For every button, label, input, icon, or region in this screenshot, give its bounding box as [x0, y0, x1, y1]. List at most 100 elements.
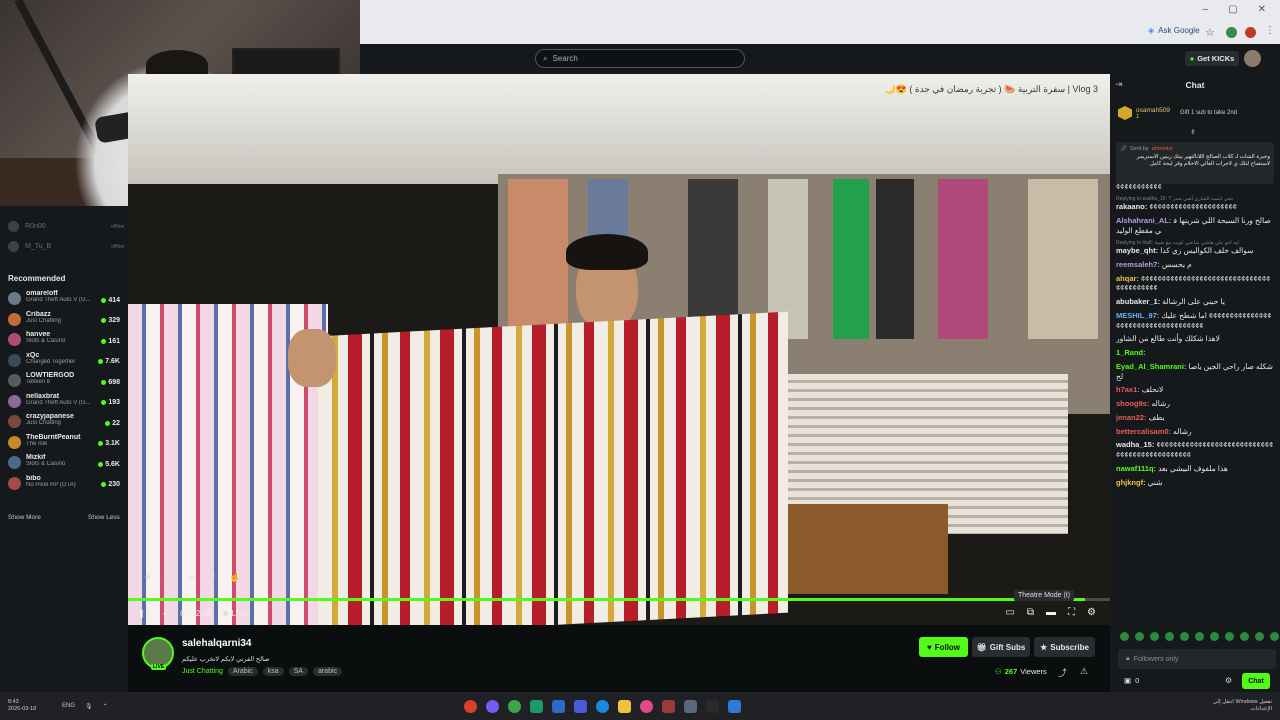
- channel-name[interactable]: salehalqarni34: [182, 638, 251, 649]
- recommended-channel[interactable]: nellaxbrat Grand Theft Auto V (G... 193: [8, 393, 120, 413]
- chat-message[interactable]: abubaker_1: يا حبني على الرشالة: [1116, 297, 1274, 307]
- chat-input[interactable]: 🔒︎ Followers only: [1118, 649, 1276, 669]
- pinned-message[interactable]: 📌︎ Sent by ahmedxr وجبرة الشات لـ كلاب ا…: [1116, 142, 1274, 184]
- chat-message[interactable]: 1_Rand:: [1116, 348, 1274, 358]
- chat-message[interactable]: reemsaleh7: م يحسس: [1116, 260, 1274, 270]
- thumbs-up-icon[interactable]: ☝: [229, 572, 240, 583]
- show-less-link[interactable]: Show Less: [88, 514, 120, 521]
- chat-message[interactable]: لاهذا شكلك وأنت طالع من الشاور: [1116, 334, 1274, 344]
- user-avatar[interactable]: [1244, 50, 1261, 67]
- chat-username[interactable]: h7ax1:: [1116, 385, 1140, 394]
- recommended-channel[interactable]: LOWTIERGOD Tekken 8 698: [8, 372, 120, 392]
- scroll-down-icon[interactable]: ⇟: [1190, 128, 1196, 136]
- chat-bubble-icon[interactable]: ▭: [187, 572, 196, 583]
- chat-settings-icon[interactable]: ⚙: [1225, 676, 1232, 685]
- recommended-channel[interactable]: xQc Changed Together 7.6K: [8, 352, 120, 372]
- ask-google-button[interactable]: ◈ Ask Google: [1148, 26, 1200, 35]
- chat-username[interactable]: abubaker_1:: [1116, 297, 1160, 306]
- send-chat-button[interactable]: Chat: [1242, 673, 1270, 689]
- settings-gear-icon[interactable]: ⚙: [1087, 607, 1096, 618]
- chat-message[interactable]: Alshahrani_AL: صالح ورنا السبحة اللي شري…: [1116, 216, 1274, 236]
- following-item[interactable]: R0n00 offline: [8, 221, 124, 232]
- gift-subs-button[interactable]: 🎁︎ Gift Subs: [972, 637, 1030, 657]
- emote-icon[interactable]: [1180, 632, 1189, 641]
- microphone-icon[interactable]: 🎙︎: [85, 703, 93, 710]
- chat-message[interactable]: Replying to llrafi: ليه انتو علي هاشي سا…: [1116, 240, 1274, 256]
- emote-icon[interactable]: [1210, 632, 1219, 641]
- fullscreen-icon[interactable]: ⛶: [1068, 607, 1075, 618]
- app-icon[interactable]: [530, 700, 543, 713]
- chat-message[interactable]: nawaf111q: هذا ملفوف البيشي بعد: [1116, 464, 1274, 474]
- category-link[interactable]: Just Chatting: [182, 668, 223, 675]
- emote-icon[interactable]: [1195, 632, 1204, 641]
- reaction-icon[interactable]: ✦: [144, 572, 152, 583]
- emote-icon[interactable]: [1165, 632, 1174, 641]
- profile-avatar[interactable]: [1245, 27, 1256, 38]
- app-icon[interactable]: [684, 700, 697, 713]
- app-icon[interactable]: [706, 700, 719, 713]
- top-gifter[interactable]: osamah509 1 Gift 1 sub to take 2nd: [1118, 100, 1276, 126]
- chat-username[interactable]: ghjkngf:: [1116, 478, 1146, 487]
- video-player[interactable]: Vlog 3 | سفرة التربية 🍉 ( تجربة رمضان في…: [128, 74, 1110, 625]
- recommended-channel[interactable]: Cribazz Just Chatting 329: [8, 311, 120, 331]
- recommended-channel[interactable]: hanvee Slots & Casino 161: [8, 331, 120, 351]
- app-icon[interactable]: [662, 700, 675, 713]
- close-button[interactable]: ✕: [1258, 4, 1266, 15]
- edge-icon[interactable]: [596, 700, 609, 713]
- chat-username[interactable]: wadha_15:: [1116, 440, 1154, 449]
- chat-message[interactable]: jenan22: يطف: [1116, 413, 1274, 423]
- pip-icon[interactable]: ▭: [1005, 607, 1014, 618]
- chat-message[interactable]: h7ax1: لانحلف: [1116, 385, 1274, 395]
- chrome-icon[interactable]: [464, 700, 477, 713]
- emote-icon[interactable]: [1240, 632, 1249, 641]
- app-icon[interactable]: [508, 700, 521, 713]
- recommended-channel[interactable]: crazyjapanese Just Chatting 22: [8, 413, 120, 433]
- share-icon[interactable]: ⤴: [1058, 666, 1067, 679]
- chat-username[interactable]: nawaf111q:: [1116, 464, 1156, 473]
- following-item[interactable]: M_Tu_B offline: [8, 241, 124, 252]
- minimize-button[interactable]: –: [1203, 4, 1209, 15]
- emote-icon[interactable]: [1255, 632, 1264, 641]
- chat-username[interactable]: bettercalisam0:: [1116, 427, 1171, 436]
- app-icon[interactable]: [574, 700, 587, 713]
- chat-message[interactable]: shoog9s: رشاله: [1116, 399, 1274, 409]
- folder-icon[interactable]: [618, 700, 631, 713]
- chat-username[interactable]: MESHIL_97:: [1116, 311, 1159, 320]
- chat-username[interactable]: reemsaleh7:: [1116, 260, 1160, 269]
- tag[interactable]: Arabic: [227, 667, 258, 676]
- recommended-channel[interactable]: omareloff Grand Theft Auto V (G... 414: [8, 290, 120, 310]
- emote-icon[interactable]: [1120, 632, 1129, 641]
- recommended-channel[interactable]: TheBurntPeanut The Isle 3.1K: [8, 434, 120, 454]
- chat-username[interactable]: Alshahrani_AL:: [1116, 216, 1171, 225]
- language-indicator[interactable]: ENG: [62, 703, 75, 710]
- chat-message[interactable]: wadha_15: ¢¢¢¢¢¢¢¢¢¢¢¢¢¢¢¢¢¢¢¢¢¢¢¢¢¢¢¢¢¢…: [1116, 440, 1274, 460]
- chat-points[interactable]: ▣ 0: [1124, 676, 1139, 685]
- pause-icon[interactable]: ❚❚: [138, 609, 151, 618]
- chat-message[interactable]: bettercalisam0: رشاله: [1116, 427, 1274, 437]
- replay-icon[interactable]: ⟲: [166, 572, 174, 583]
- theatre-mode-icon[interactable]: ▬: [1046, 607, 1056, 618]
- bookmark-star-icon[interactable]: ☆: [1205, 26, 1215, 39]
- recommended-channel[interactable]: bibo No Pixel RP (GTA) 230: [8, 475, 120, 495]
- chat-message[interactable]: ¢¢¢¢¢¢¢¢¢¢¢: [1116, 182, 1274, 192]
- report-icon[interactable]: ⚠: [1080, 666, 1088, 677]
- chat-username[interactable]: maybe_qht:: [1116, 246, 1158, 255]
- emote-icon[interactable]: [1150, 632, 1159, 641]
- chat-message[interactable]: ghjkngf: شني: [1116, 478, 1274, 488]
- chat-message[interactable]: Eyad_Al_Shamrani: شكله صار راحي الجين يا…: [1116, 362, 1274, 382]
- chat-message[interactable]: Replying to wadha_15: ? بتعي ابتسه الشار…: [1116, 196, 1274, 212]
- chat-message[interactable]: ahqar: ¢¢¢¢¢¢¢¢¢¢¢¢¢¢¢¢¢¢¢¢¢¢¢¢¢¢¢¢¢¢¢¢¢…: [1116, 274, 1274, 294]
- follow-button[interactable]: ♥ Follow: [919, 637, 968, 657]
- volume-icon[interactable]: 🔈︎: [163, 609, 168, 619]
- search-input[interactable]: ⌕ Search: [535, 49, 745, 68]
- emote-icon[interactable]: [1225, 632, 1234, 641]
- maximize-button[interactable]: ▢: [1228, 4, 1237, 15]
- start-icon[interactable]: [728, 700, 741, 713]
- chat-username[interactable]: 1_Rand:: [1116, 348, 1146, 357]
- browser-menu-icon[interactable]: ⋮: [1265, 25, 1275, 36]
- chat-username[interactable]: jenan22:: [1116, 413, 1146, 422]
- get-kicks-button[interactable]: ● Get KICKs: [1185, 51, 1239, 66]
- extension-icon[interactable]: [1226, 27, 1237, 38]
- app-icon[interactable]: [640, 700, 653, 713]
- chat-username[interactable]: rakaano:: [1116, 202, 1147, 211]
